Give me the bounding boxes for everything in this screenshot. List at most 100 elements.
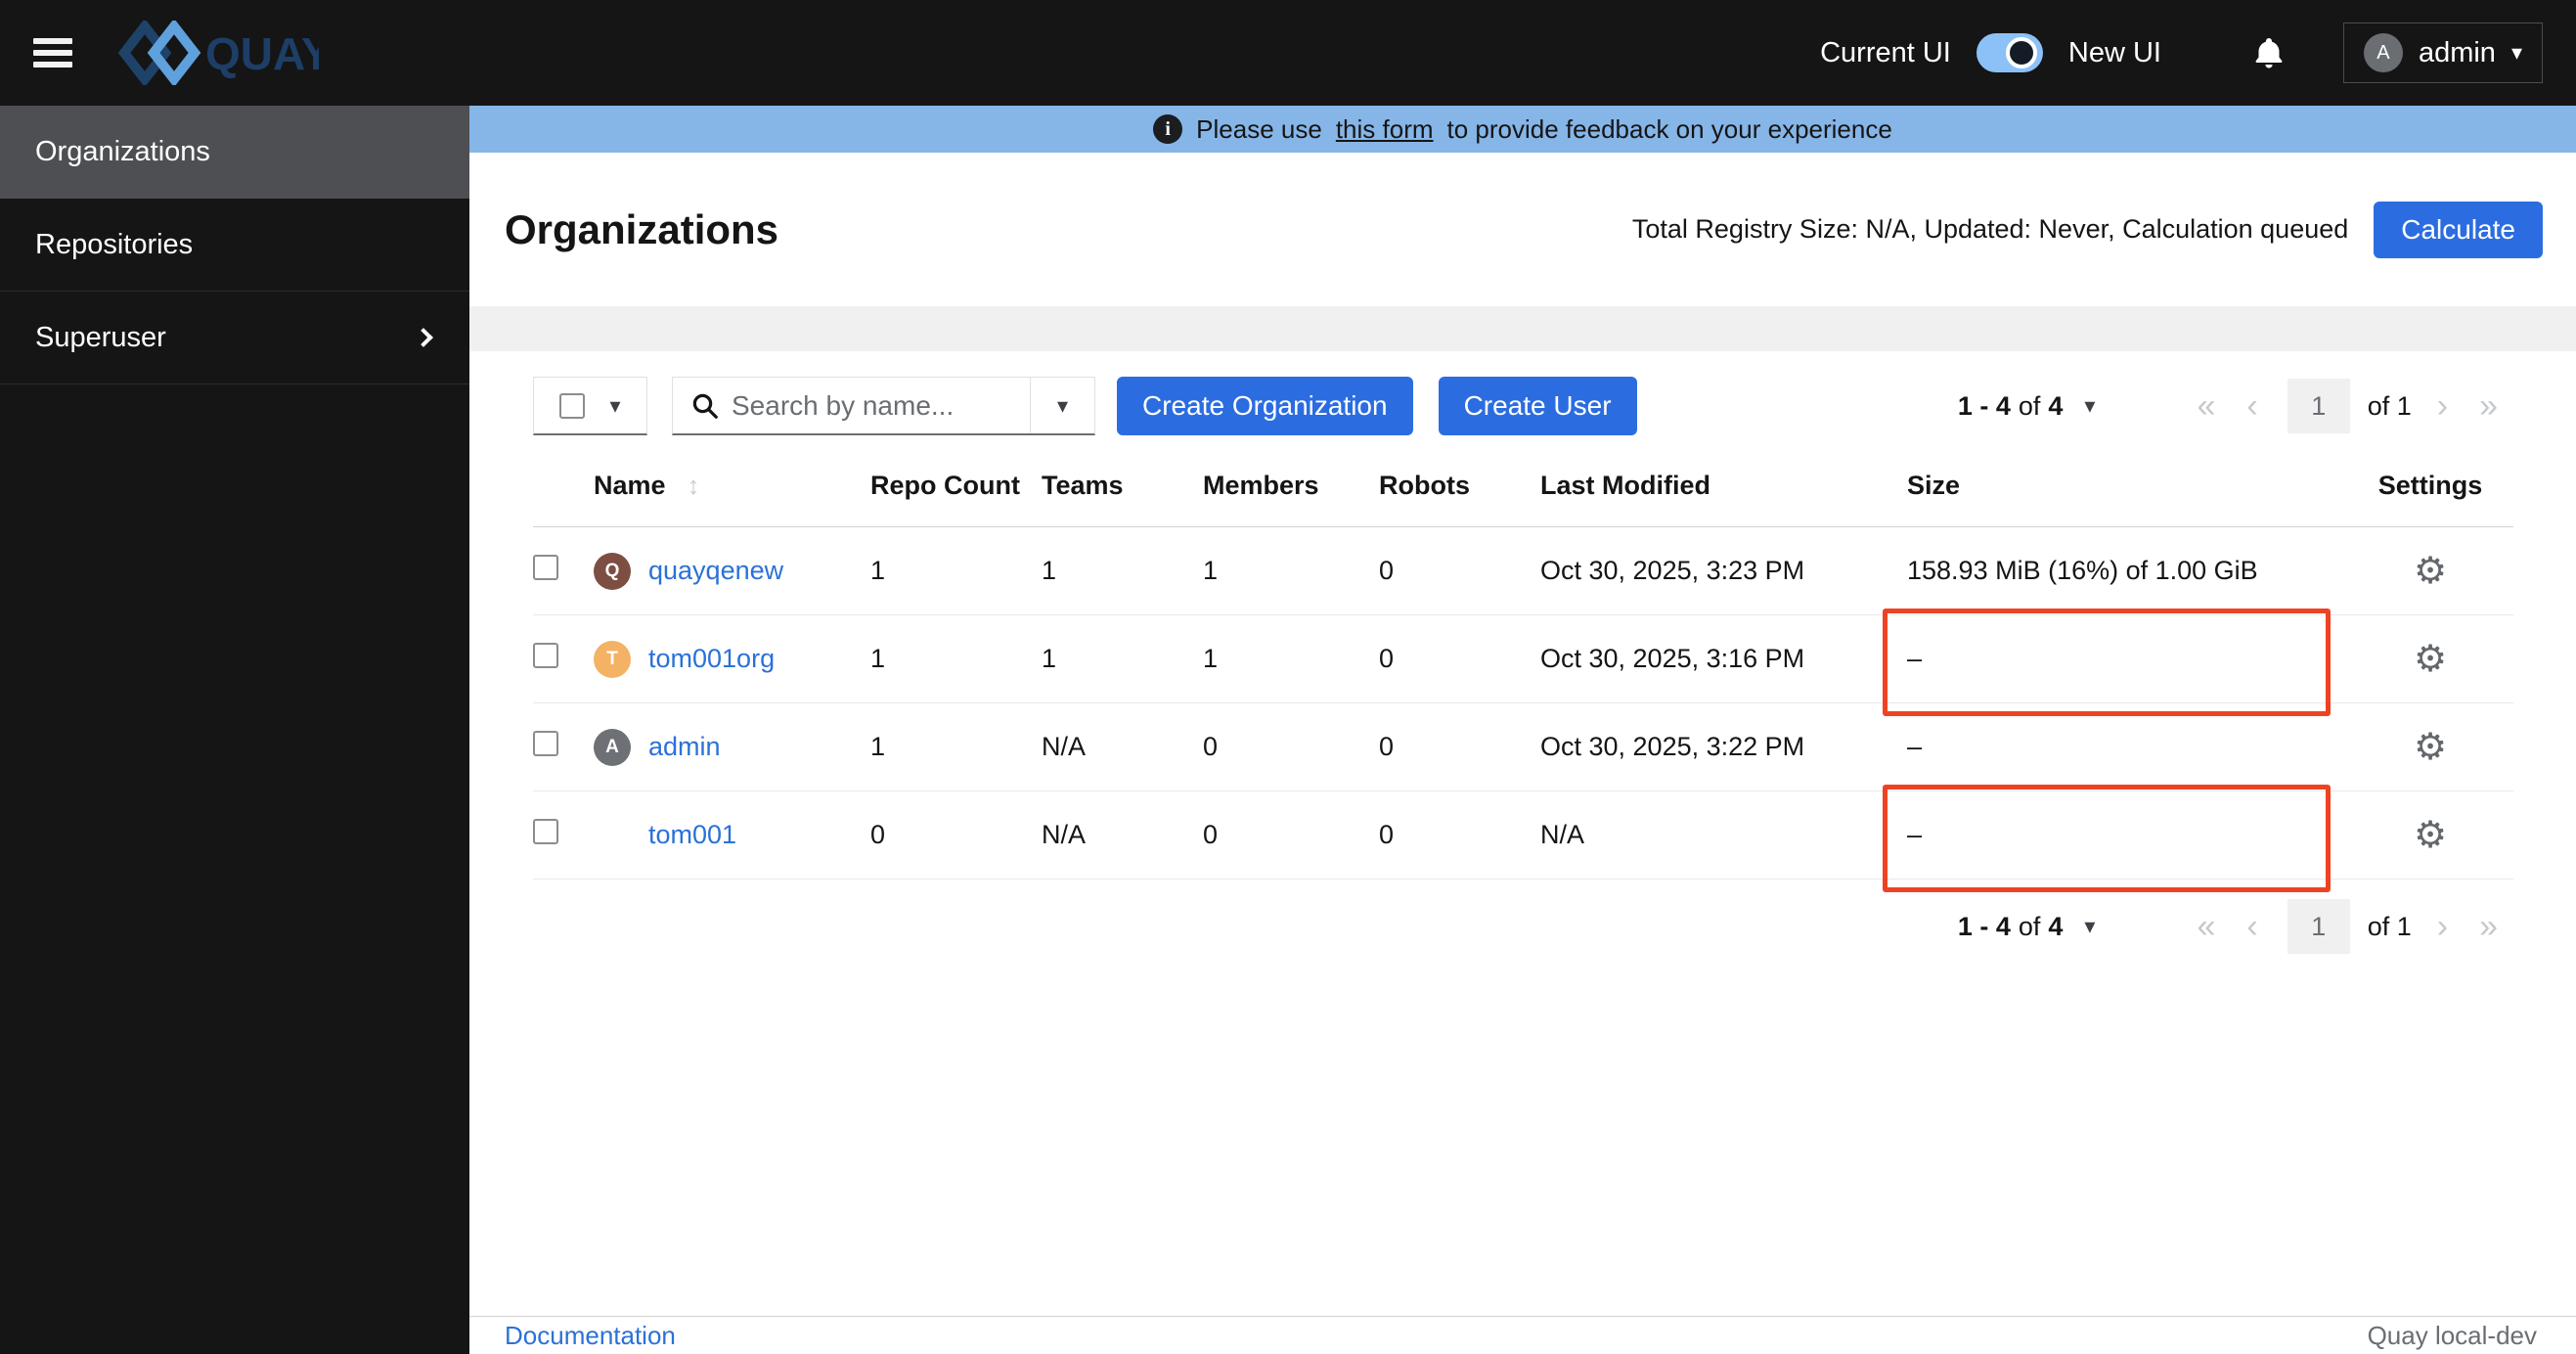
pagination-bottom: 1 - 4 of 4 ▾ « ‹ of 1 › »: [1958, 899, 2513, 954]
org-avatar: A: [594, 728, 631, 766]
row-checkbox[interactable]: [533, 819, 558, 844]
size-value: –: [1907, 732, 1923, 761]
toolbar: ▾ ▾ Create Organization Create User 1 - …: [533, 377, 2513, 435]
search-icon: [673, 391, 732, 421]
quay-logo: QUAY: [113, 21, 319, 85]
last-page-button[interactable]: »: [2464, 910, 2513, 943]
user-avatar: A: [2363, 33, 2403, 72]
of-pages-label: of 1: [2367, 390, 2412, 421]
table-header-row: Name ↕ Repo Count Teams Members Robots L…: [533, 445, 2513, 527]
row-checkbox[interactable]: [533, 731, 558, 756]
pagination-top: 1 - 4 of 4 ▾ « ‹ of 1 › »: [1958, 379, 2513, 433]
user-menu[interactable]: A admin ▾: [2342, 23, 2543, 83]
search-box: ▾: [672, 377, 1095, 435]
table-row-tom001: tom001 0 N/A 0 0 N/A – ⚙: [533, 791, 2513, 880]
page-number-input[interactable]: [2287, 379, 2350, 433]
org-link[interactable]: tom001: [648, 820, 736, 850]
bulk-select-checkbox[interactable]: [559, 392, 586, 419]
organizations-table: Name ↕ Repo Count Teams Members Robots L…: [533, 445, 2513, 880]
members-value: 0: [1203, 732, 1219, 761]
feedback-banner: i Please use this form to provide feedba…: [469, 106, 2576, 153]
sidebar-item-organizations[interactable]: Organizations: [0, 106, 469, 199]
quay-logo-mark: QUAY: [117, 21, 319, 85]
page-number-input[interactable]: [2287, 899, 2350, 954]
gear-icon[interactable]: ⚙: [2414, 815, 2447, 856]
masthead: QUAY Current UI New UI A admin ▾: [0, 0, 2576, 106]
size-value: –: [1907, 644, 1923, 673]
first-page-button[interactable]: «: [2181, 389, 2231, 423]
info-icon: i: [1153, 114, 1183, 144]
calculate-button[interactable]: Calculate: [2374, 201, 2543, 258]
search-input[interactable]: [732, 389, 1030, 422]
column-header-name[interactable]: Name ↕: [594, 471, 870, 501]
footer: Documentation Quay local-dev: [469, 1316, 2576, 1354]
sidebar-item-repositories[interactable]: Repositories: [0, 199, 469, 292]
sidebar-item-label: Organizations: [35, 136, 210, 167]
sidebar-item-label: Superuser: [35, 321, 166, 353]
user-name: admin: [2418, 36, 2496, 68]
robots-value: 0: [1379, 732, 1395, 761]
table-row-admin: A admin 1 N/A 0 0 Oct 30, 2025, 3:22 PM …: [533, 703, 2513, 791]
members-value: 1: [1203, 556, 1219, 585]
chevron-right-icon: [414, 328, 433, 347]
chevron-down-icon: ▾: [2084, 914, 2096, 938]
sidebar-item-label: Repositories: [35, 228, 194, 260]
size-value: 158.93 MiB (16%) of 1.00 GiB: [1907, 556, 2258, 585]
gear-icon[interactable]: ⚙: [2414, 551, 2447, 592]
column-header-size: Size: [1907, 471, 1961, 500]
page-header: Organizations Total Registry Size: N/A, …: [469, 153, 2576, 306]
sidebar-item-superuser[interactable]: Superuser: [0, 292, 469, 384]
hamburger-menu-icon[interactable]: [33, 38, 72, 68]
org-link[interactable]: admin: [648, 732, 721, 762]
sidebar: Organizations Repositories Superuser: [0, 106, 469, 1354]
banner-text-after: to provide feedback on your experience: [1446, 113, 1892, 144]
first-page-button[interactable]: «: [2181, 910, 2231, 943]
last-modified-value: Oct 30, 2025, 3:23 PM: [1540, 556, 1805, 585]
row-checkbox[interactable]: [533, 643, 558, 668]
repo-count-value: 1: [870, 556, 886, 585]
prev-page-button[interactable]: ‹: [2231, 910, 2273, 943]
teams-value: N/A: [1042, 732, 1087, 761]
new-ui-label: New UI: [2067, 36, 2161, 68]
range-total: 4: [2048, 911, 2064, 941]
last-modified-value: Oct 30, 2025, 3:22 PM: [1540, 732, 1805, 761]
column-label: Name: [594, 471, 666, 500]
per-page-dropdown[interactable]: 1 - 4 of 4 ▾: [1958, 912, 2096, 942]
page-title: Organizations: [505, 205, 779, 252]
gear-icon[interactable]: ⚙: [2414, 639, 2447, 680]
members-value: 1: [1203, 644, 1219, 673]
range-start: 1 - 4: [1957, 911, 2011, 941]
ui-toggle-switch[interactable]: [1976, 33, 2043, 72]
feedback-form-link[interactable]: this form: [1336, 114, 1434, 145]
row-checkbox[interactable]: [533, 555, 558, 580]
robots-value: 0: [1379, 556, 1395, 585]
chevron-down-icon: ▾: [1056, 392, 1069, 418]
members-value: 0: [1203, 820, 1219, 849]
sort-icon: ↕: [687, 471, 700, 500]
search-filter-dropdown[interactable]: ▾: [1030, 378, 1094, 433]
of-word: of: [2018, 390, 2041, 421]
create-organization-button[interactable]: Create Organization: [1117, 377, 1413, 435]
last-modified-value: N/A: [1540, 820, 1585, 849]
documentation-link[interactable]: Documentation: [505, 1321, 676, 1351]
toggle-knob: [2005, 37, 2037, 68]
of-pages-label: of 1: [2367, 911, 2412, 941]
per-page-dropdown[interactable]: 1 - 4 of 4 ▾: [1958, 391, 2096, 422]
next-page-button[interactable]: ›: [2421, 910, 2464, 943]
robots-value: 0: [1379, 820, 1395, 849]
org-link[interactable]: quayqenew: [648, 556, 783, 586]
range-total: 4: [2048, 390, 2064, 421]
notifications-bell-icon[interactable]: [2251, 35, 2287, 70]
registry-size-status: Total Registry Size: N/A, Updated: Never…: [1631, 214, 2349, 244]
create-user-button[interactable]: Create User: [1438, 377, 1637, 435]
last-page-button[interactable]: »: [2464, 389, 2513, 423]
org-link[interactable]: tom001org: [648, 644, 775, 674]
prev-page-button[interactable]: ‹: [2231, 389, 2273, 423]
gear-icon[interactable]: ⚙: [2414, 727, 2447, 768]
bulk-select-dropdown[interactable]: ▾: [533, 377, 647, 435]
chevron-down-icon: ▾: [2084, 393, 2096, 418]
range-start: 1 - 4: [1957, 390, 2011, 421]
column-header-settings: Settings: [2377, 471, 2483, 500]
next-page-button[interactable]: ›: [2421, 389, 2464, 423]
teams-value: N/A: [1042, 820, 1087, 849]
